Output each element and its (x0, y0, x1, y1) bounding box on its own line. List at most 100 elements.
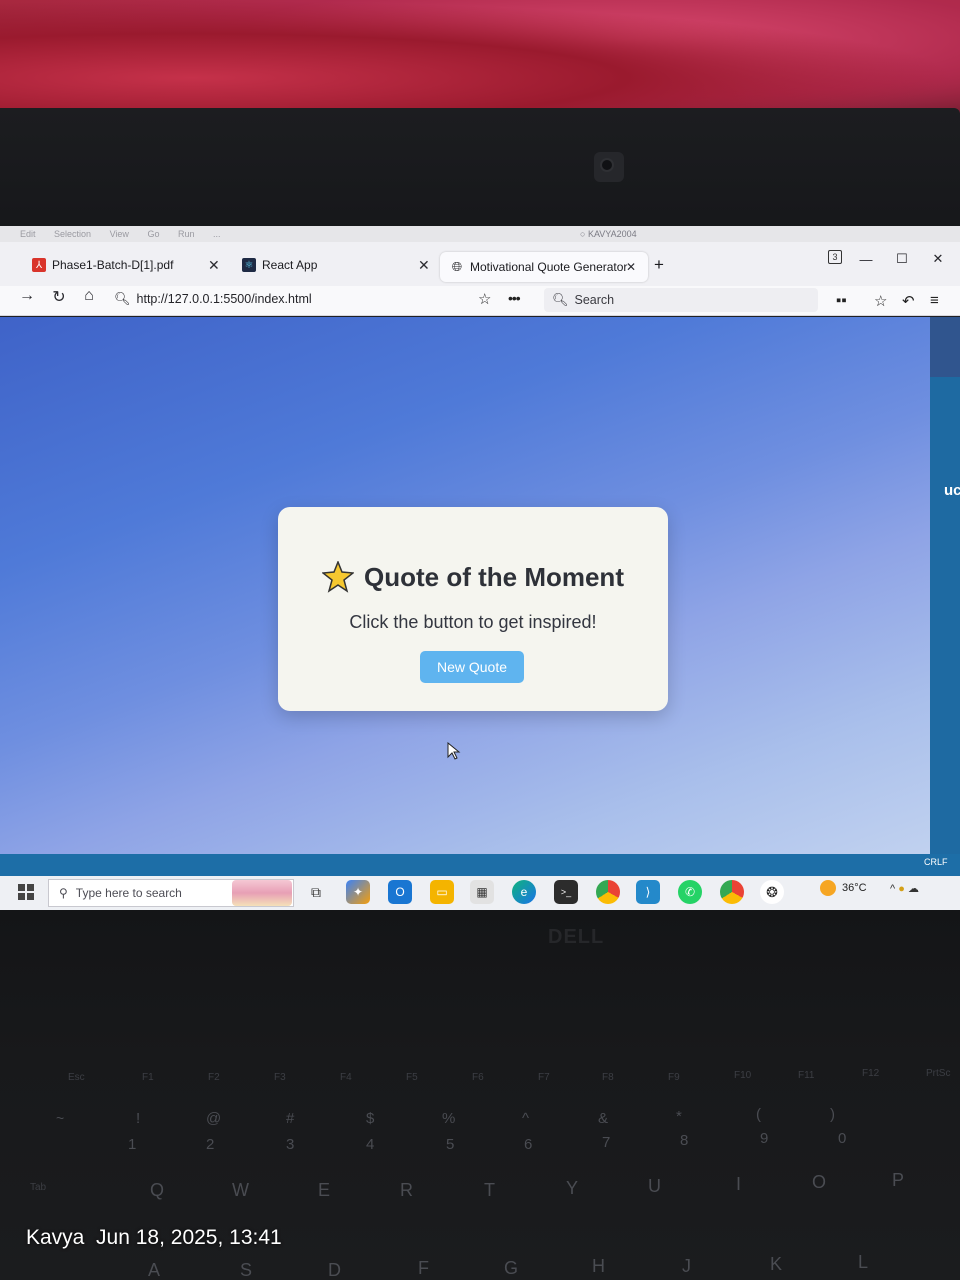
chrome-icon[interactable] (596, 880, 620, 904)
key-prtsc: PrtSc (926, 1068, 951, 1079)
key-exclaim: ! (136, 1110, 141, 1127)
key-at: @ (206, 1110, 222, 1127)
key-f1: F1 (142, 1072, 154, 1083)
vscode-menu-go[interactable]: Go (147, 229, 159, 239)
globe-icon: 🌐︎ (451, 259, 463, 274)
key-f3: F3 (274, 1072, 286, 1083)
profile-title: ○ KAVYA2004 (580, 229, 637, 239)
chrome-alt-icon[interactable] (720, 880, 744, 904)
key-u: U (648, 1176, 661, 1196)
key-p: P (892, 1170, 905, 1190)
key-h: H (592, 1256, 605, 1276)
tab-react-app[interactable]: ⚛ React App ✕ (242, 250, 432, 280)
key-w: W (232, 1180, 249, 1200)
history-undo-icon[interactable]: ↶ (902, 292, 915, 310)
bookmark-star-icon[interactable]: ☆ (478, 290, 491, 308)
key-f5: F5 (406, 1072, 418, 1083)
new-quote-button[interactable]: New Quote (420, 651, 524, 683)
reload-icon[interactable]: ↻ (48, 287, 70, 307)
chatgpt-icon[interactable]: ❂ (760, 880, 784, 904)
react-icon: ⚛ (242, 258, 256, 272)
key-f4: F4 (340, 1072, 352, 1083)
key-f10: F10 (734, 1070, 752, 1081)
tray-chevron-up-icon[interactable]: ^ (890, 883, 895, 895)
new-tab-button[interactable]: + (654, 250, 664, 280)
editor-right-panel (930, 317, 960, 857)
vscode-menu-more[interactable]: ... (213, 229, 221, 239)
key-5: 5 (446, 1136, 455, 1153)
home-icon[interactable]: ⌂ (78, 287, 100, 305)
close-window-button[interactable]: ✕ (920, 250, 956, 268)
tab-pdf[interactable]: ⅄ Phase1-Batch-D[1].pdf ✕ (32, 250, 224, 280)
key-8: 8 (680, 1132, 689, 1149)
tab-react-close-icon[interactable]: ✕ (418, 257, 430, 274)
terminal-icon[interactable]: >_ (554, 880, 578, 904)
task-view-icon[interactable]: ⧉ (304, 880, 328, 904)
profile-name: KAVYA2004 (587, 229, 637, 239)
key-l: L (858, 1252, 869, 1272)
tab-pdf-label: Phase1-Batch-D[1].pdf (52, 258, 174, 272)
page-title: Quote of the Moment (364, 561, 624, 592)
vscode-icon[interactable]: ⟩ (636, 880, 660, 904)
key-hash: # (286, 1110, 295, 1127)
key-percent: % (442, 1110, 456, 1127)
quote-text: Click the button to get inspired! (349, 612, 597, 632)
address-bar[interactable]: 🔍︎ http://127.0.0.1:5500/index.html (114, 288, 534, 310)
key-f2: F2 (208, 1072, 220, 1083)
vscode-menu-run[interactable]: Run (178, 229, 195, 239)
line-ending-indicator[interactable]: CRLF (924, 857, 948, 867)
outlook-icon[interactable]: O (388, 880, 412, 904)
photo-caption-name: Kavya (26, 1226, 85, 1249)
tray-cloud-icon[interactable]: ☁ (908, 883, 919, 895)
copilot-icon[interactable]: ✦ (346, 880, 370, 904)
minimize-icon: — (859, 251, 873, 267)
edge-icon[interactable]: e (512, 880, 536, 904)
vscode-menu-view[interactable]: View (110, 229, 129, 239)
key-a: A (148, 1260, 161, 1280)
key-k: K (770, 1254, 783, 1274)
editor-status-bar (0, 854, 960, 876)
key-tilde: ~ (56, 1110, 65, 1126)
card-heading: Quote of the Moment (278, 561, 668, 593)
windows-start-icon[interactable] (18, 884, 34, 900)
key-dollar: $ (366, 1110, 375, 1127)
key-g: G (504, 1258, 519, 1278)
key-f11: F11 (798, 1070, 815, 1081)
menu-icon[interactable]: ≡ (930, 292, 939, 309)
back-arrow-icon[interactable]: → (16, 287, 38, 305)
key-4: 4 (366, 1136, 375, 1153)
key-2: 2 (206, 1136, 215, 1153)
weather-widget[interactable]: 36°C (820, 880, 867, 896)
maximize-button[interactable]: ☐ (884, 250, 920, 268)
key-f8: F8 (602, 1072, 614, 1083)
vscode-menu-edit[interactable]: Edit (20, 229, 36, 239)
key-asterisk: * (676, 1108, 682, 1125)
page-actions-icon[interactable]: ••• (508, 290, 521, 306)
key-6: 6 (524, 1136, 533, 1153)
taskbar-search-placeholder: Type here to search (75, 886, 182, 900)
whatsapp-icon[interactable]: ✆ (678, 880, 702, 904)
key-q: Q (150, 1180, 165, 1200)
mouse-cursor-icon (447, 742, 461, 760)
tray-status-icon[interactable]: ● (898, 883, 905, 895)
tab-pdf-close-icon[interactable]: ✕ (208, 257, 220, 274)
vscode-menu-selection[interactable]: Selection (54, 229, 91, 239)
tab-motivational-quote[interactable]: 🌐︎ Motivational Quote Generator ✕ (440, 252, 648, 282)
file-explorer-icon[interactable]: ▭ (430, 880, 454, 904)
key-paren-open: ( (756, 1106, 761, 1123)
photo-caption-datetime: Jun 18, 2025, 13:41 (96, 1226, 282, 1249)
minimize-button[interactable]: — (848, 250, 884, 268)
tab-active-close-icon[interactable]: ✕ (626, 260, 636, 274)
tab-active-label: Motivational Quote Generator (470, 260, 628, 274)
laptop-bezel (0, 108, 960, 238)
laptop-keyboard-deck (0, 910, 960, 1280)
store-icon[interactable]: ▦ (470, 880, 494, 904)
extensions-grid-icon[interactable]: ▪▪ (836, 292, 847, 309)
search-highlight-image (232, 880, 292, 906)
workspace-badge[interactable]: 3 (828, 250, 842, 264)
maximize-icon: ☐ (896, 251, 908, 266)
system-tray[interactable]: ^ ● ☁ (890, 882, 919, 895)
web-search-input[interactable]: 🔍︎ Search (544, 288, 818, 312)
key-d: D (328, 1260, 341, 1280)
favorites-list-icon[interactable]: ☆ (874, 292, 887, 310)
